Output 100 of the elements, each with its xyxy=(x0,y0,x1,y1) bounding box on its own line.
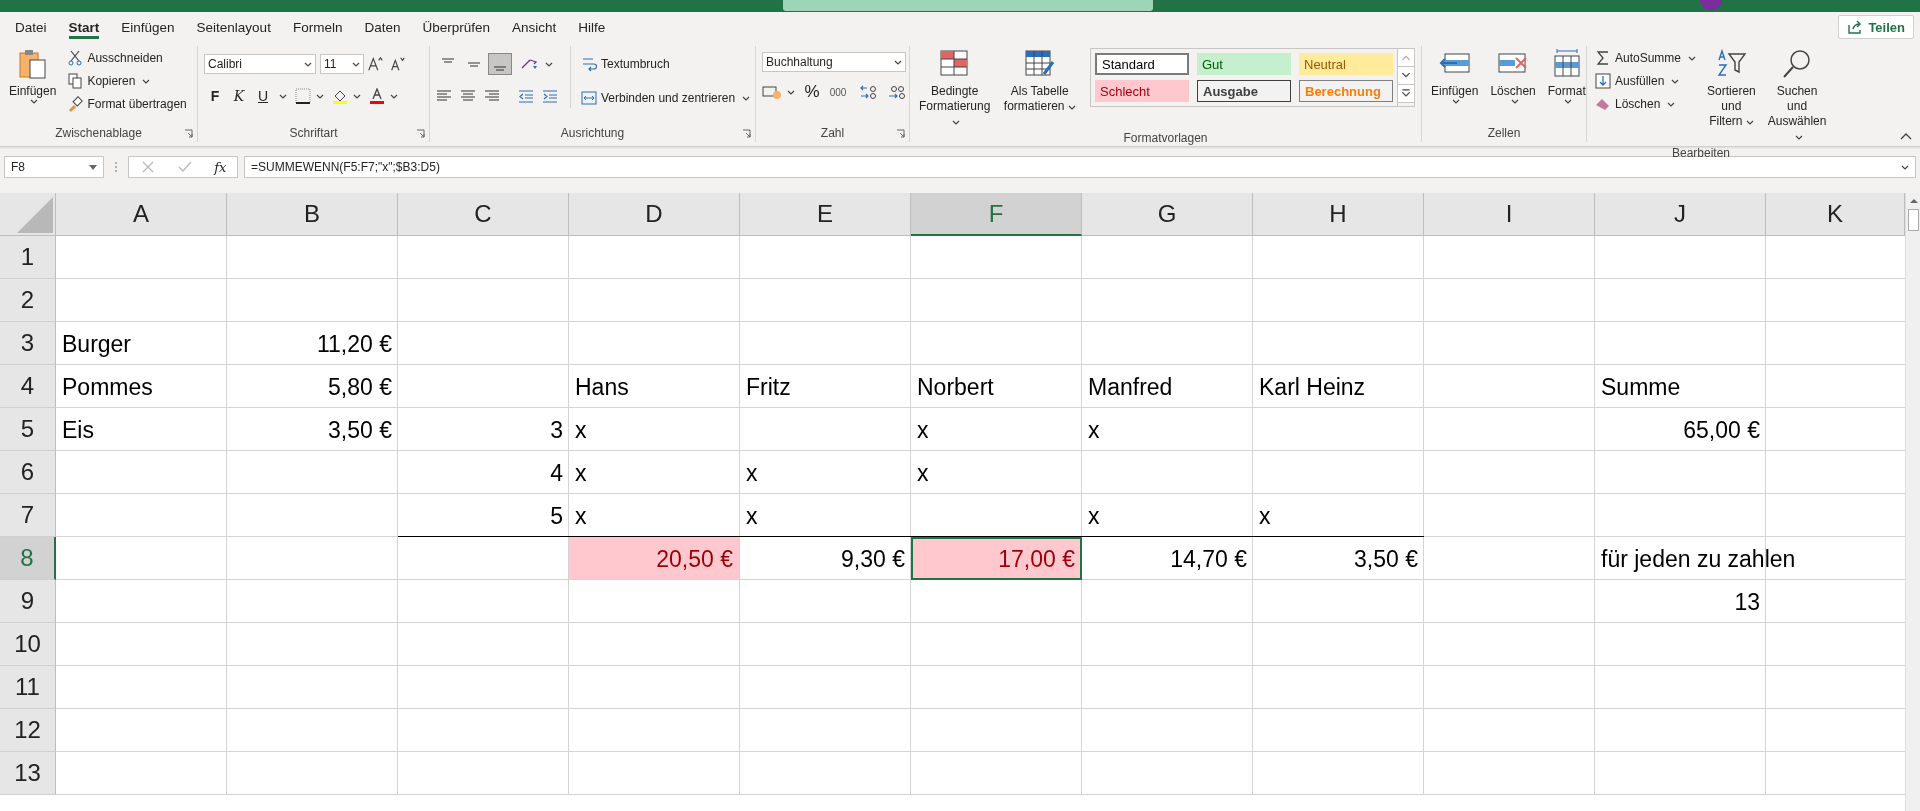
vertical-scrollbar[interactable] xyxy=(1905,193,1920,811)
ribbon-tab[interactable]: Formeln xyxy=(281,13,354,41)
name-box[interactable]: F8 xyxy=(4,156,104,178)
scroll-down-icon[interactable] xyxy=(1398,67,1414,85)
column-header[interactable]: A xyxy=(56,193,227,236)
font-color-icon[interactable] xyxy=(369,88,385,104)
table-cell: 5,80 € xyxy=(328,374,392,402)
ribbon-tab[interactable]: Ansicht xyxy=(501,13,568,41)
caret-icon xyxy=(1745,120,1754,125)
cells-button[interactable]: Einfügen xyxy=(1428,46,1482,106)
row-header[interactable]: 2 xyxy=(0,279,56,322)
ribbon-tab[interactable]: Hilfe xyxy=(567,13,617,41)
caret-icon xyxy=(787,89,795,95)
caret-icon xyxy=(1067,105,1076,110)
column-header[interactable]: B xyxy=(227,193,398,236)
row-header[interactable]: 8 xyxy=(0,537,56,580)
group-label: Zellen xyxy=(1487,126,1521,140)
row-header[interactable]: 6 xyxy=(0,451,56,494)
ribbon-tab[interactable]: Seitenlayout xyxy=(185,13,282,41)
dialog-launcher-icon[interactable] xyxy=(896,129,905,138)
decrease-indent-icon[interactable] xyxy=(518,88,534,104)
number-format-dropdown[interactable]: Buchhaltung xyxy=(762,52,906,72)
find-select-button[interactable]: Suchen und Auswählen xyxy=(1764,46,1830,146)
cell-style-option[interactable]: Neutral xyxy=(1299,53,1393,75)
autosum-button[interactable]: AutoSumme xyxy=(1593,48,1699,68)
align-center-icon[interactable] xyxy=(460,88,476,104)
dialog-launcher-icon[interactable] xyxy=(742,129,751,138)
ribbon-tab[interactable]: Überprüfen xyxy=(411,13,501,41)
table-cell: x xyxy=(1088,417,1100,445)
format-as-table-button[interactable]: Als Tabelle formatieren xyxy=(999,46,1080,116)
increase-decimal-icon[interactable] xyxy=(859,83,879,101)
cells-button[interactable]: Format xyxy=(1544,46,1589,106)
ribbon-tab[interactable]: Start xyxy=(57,13,111,41)
font-name-dropdown[interactable]: Calibri xyxy=(204,54,316,74)
fill-color-icon[interactable] xyxy=(332,88,348,104)
row-header[interactable]: 9 xyxy=(0,580,56,623)
percent-button[interactable]: % xyxy=(801,81,823,103)
clear-button[interactable]: Löschen xyxy=(1593,94,1699,114)
cells-button[interactable]: Löschen xyxy=(1487,46,1539,106)
share-button[interactable]: Teilen xyxy=(1838,15,1914,39)
insert-function-button[interactable]: fx xyxy=(214,159,227,175)
sort-filter-button[interactable]: Sortieren und Filtern xyxy=(1704,46,1759,131)
format-painter-button[interactable]: Format übertragen xyxy=(65,94,189,114)
table-cell: Norbert xyxy=(917,374,994,402)
thousands-button[interactable]: 000 xyxy=(825,81,851,103)
align-left-icon[interactable] xyxy=(436,88,452,104)
italic-button[interactable]: K xyxy=(228,85,250,107)
caret-icon xyxy=(30,99,39,104)
column-header[interactable]: F xyxy=(911,193,1082,236)
checkmark-icon[interactable] xyxy=(176,159,193,175)
cut-button[interactable]: Ausschneiden xyxy=(65,48,189,68)
table-cell: 4 xyxy=(550,460,563,488)
cell-style-option[interactable]: Ausgabe xyxy=(1197,80,1291,102)
merge-center-button[interactable]: Verbinden und zentrieren xyxy=(579,88,753,108)
decrease-decimal-icon[interactable] xyxy=(887,83,907,101)
increase-indent-icon[interactable] xyxy=(542,88,558,104)
row-header[interactable]: 10 xyxy=(0,623,56,666)
borders-icon[interactable] xyxy=(295,88,311,104)
conditional-formatting-button[interactable]: Bedingte Formatierung xyxy=(916,46,994,131)
paste-button[interactable]: Einfügen xyxy=(6,46,60,106)
row-header[interactable]: 7 xyxy=(0,494,56,537)
column-header[interactable]: D xyxy=(569,193,740,236)
row-header[interactable]: 4 xyxy=(0,365,56,408)
column-header[interactable]: H xyxy=(1253,193,1424,236)
wrap-text-button[interactable]: Textumbruch xyxy=(579,54,753,74)
column-header[interactable]: E xyxy=(740,193,911,236)
scroll-up-icon[interactable] xyxy=(1908,197,1919,205)
ribbon-tab[interactable]: Datei xyxy=(4,13,58,41)
row-header[interactable]: 5 xyxy=(0,408,56,451)
collapse-ribbon-icon[interactable] xyxy=(1900,132,1912,140)
underline-button[interactable]: U xyxy=(252,85,274,107)
ribbon-tab[interactable]: Daten xyxy=(353,13,412,41)
row-header[interactable]: 1 xyxy=(0,236,56,279)
fill-button[interactable]: Ausfüllen xyxy=(1593,71,1699,91)
search-field[interactable] xyxy=(783,0,1153,11)
column-header[interactable]: I xyxy=(1424,193,1595,236)
formula-input[interactable]: =SUMMEWENN(F5:F7;"x";$B3:D5) xyxy=(244,156,1916,178)
column-header[interactable]: G xyxy=(1082,193,1253,236)
row-header[interactable]: 11 xyxy=(0,666,56,709)
dialog-launcher-icon[interactable] xyxy=(416,129,425,138)
table-cell: 11,20 € xyxy=(316,331,392,359)
column-header[interactable]: J xyxy=(1595,193,1766,236)
row-header[interactable]: 13 xyxy=(0,752,56,795)
cell-style-option[interactable]: Gut xyxy=(1197,53,1291,75)
ribbon-tab[interactable]: Einfügen xyxy=(110,13,186,41)
copy-button[interactable]: Kopieren xyxy=(65,71,189,91)
dialog-launcher-icon[interactable] xyxy=(184,129,193,138)
font-size-dropdown[interactable]: 11 xyxy=(320,54,364,74)
more-icon[interactable] xyxy=(1398,85,1414,103)
cell-style-option[interactable]: Standard xyxy=(1095,53,1189,75)
bold-button[interactable]: F xyxy=(204,85,226,107)
column-header[interactable]: K xyxy=(1766,193,1905,236)
column-header[interactable]: C xyxy=(398,193,569,236)
decrease-font-icon[interactable] xyxy=(388,55,408,73)
cell-style-option[interactable]: Schlecht xyxy=(1095,80,1189,102)
row-header[interactable]: 3 xyxy=(0,322,56,365)
expand-icon[interactable] xyxy=(1901,164,1909,170)
align-right-icon[interactable] xyxy=(484,88,500,104)
row-header[interactable]: 12 xyxy=(0,709,56,752)
scrollbar-thumb[interactable] xyxy=(1908,209,1919,231)
